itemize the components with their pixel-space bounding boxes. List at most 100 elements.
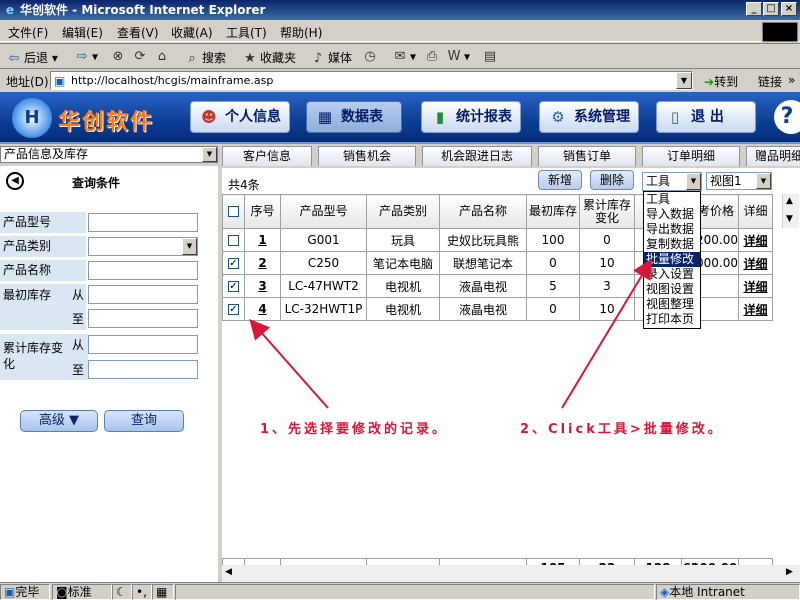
initial-stock-to-input[interactable]	[88, 309, 198, 328]
stop-button[interactable]: ⊗	[110, 49, 128, 65]
menu-item-tools[interactable]: 工具	[644, 192, 700, 207]
chevron-down-icon[interactable]: ▼	[182, 238, 197, 255]
detail-link[interactable]: 详细	[743, 303, 767, 317]
search-button[interactable]: ⌕ 搜索	[184, 49, 226, 67]
row-seq-link[interactable]: 3	[258, 279, 266, 293]
go-button[interactable]: ➔转到	[704, 73, 738, 90]
links-button[interactable]: 链接	[758, 73, 782, 90]
detail-link[interactable]: 详细	[743, 234, 767, 248]
row-checkbox[interactable]: ✓	[228, 304, 239, 315]
discuss-icon: ▤	[483, 49, 497, 64]
logo-text: 华创软件	[58, 110, 155, 135]
tab-customer-info[interactable]: 客户信息	[222, 146, 312, 166]
tool-select[interactable]: 工具 ▼	[642, 172, 702, 191]
nav-logout[interactable]: ▯ 退 出	[656, 101, 756, 133]
maximize-button[interactable]: □	[763, 2, 779, 16]
discuss-button[interactable]: ▤	[482, 49, 500, 65]
links-more-icon[interactable]: »	[788, 73, 795, 87]
chevron-down-icon[interactable]: ▼	[202, 147, 217, 162]
nav-personal-info[interactable]: ☻ 个人信息	[190, 101, 290, 133]
select-all-checkbox[interactable]	[228, 206, 239, 217]
scroll-up-icon[interactable]: ▲	[786, 196, 793, 206]
menu-item-entry-settings[interactable]: 录入设置	[644, 267, 700, 282]
module-select[interactable]: 产品信息及库存 ▼	[0, 146, 218, 163]
media-button[interactable]: ♪ 媒体	[310, 49, 352, 67]
chevron-down-icon[interactable]: ▼	[686, 173, 701, 190]
query-button[interactable]: 查询	[104, 410, 184, 432]
edit-button[interactable]: W ▾	[446, 49, 470, 65]
collapse-arrow-icon[interactable]: ◀	[6, 172, 24, 190]
address-dropdown-icon[interactable]: ▼	[676, 72, 692, 89]
menu-item-view-settings[interactable]: 视图设置	[644, 282, 700, 297]
help-button[interactable]: ?	[774, 100, 800, 134]
row-checkbox[interactable]: ✓	[228, 258, 239, 269]
cell-category: 笔记本电脑	[372, 256, 433, 271]
mail-button[interactable]: ✉ ▾	[392, 49, 416, 65]
address-input[interactable]: ▣ http://localhost/hcgis/mainframe.asp ▼	[50, 71, 693, 90]
new-button[interactable]: 新增	[538, 170, 582, 190]
initial-stock-from-input[interactable]	[88, 285, 198, 304]
moon-icon[interactable]: ☾	[112, 584, 132, 600]
forward-button[interactable]: ⇨ ▾	[74, 49, 98, 65]
stock-change-from-input[interactable]	[88, 335, 198, 354]
back-button[interactable]: ⇦ 后退 ▾	[6, 49, 58, 67]
tab-sales-opportunity[interactable]: 销售机会	[318, 146, 416, 166]
row-checkbox[interactable]: ✓	[228, 281, 239, 292]
name-input[interactable]	[88, 261, 198, 280]
delete-button[interactable]: 删除	[590, 170, 634, 190]
minimize-button[interactable]: _	[746, 2, 762, 16]
refresh-button[interactable]: ⟳	[132, 49, 150, 65]
menu-item-export[interactable]: 导出数据	[644, 222, 700, 237]
nav-system-management[interactable]: ⚙ 系统管理	[539, 101, 639, 133]
punctuation-icon[interactable]: •,	[132, 584, 152, 600]
menu-edit[interactable]: 编辑(E)	[62, 24, 103, 41]
tab-sales-order[interactable]: 销售订单	[538, 146, 636, 166]
ime-indicator[interactable]: ◙标准	[52, 584, 112, 600]
stock-change-to-input[interactable]	[88, 360, 198, 379]
print-button[interactable]: ⎙	[424, 49, 442, 65]
nav-data-table[interactable]: ▦ 数据表	[306, 101, 402, 133]
close-button[interactable]: ×	[781, 2, 797, 16]
tab-opportunity-log[interactable]: 机会跟进日志	[422, 146, 532, 166]
home-button[interactable]: ⌂	[154, 49, 172, 65]
row-checkbox[interactable]	[228, 235, 239, 246]
scroll-down-icon[interactable]: ▼	[786, 214, 793, 224]
tab-gift-detail[interactable]: 赠品明细	[746, 146, 800, 166]
row-seq-link[interactable]: 1	[258, 233, 266, 247]
menu-item-batch-edit[interactable]: 批量修改	[644, 252, 700, 267]
label-category: 产品类别	[0, 236, 86, 257]
menu-favorites[interactable]: 收藏(A)	[171, 24, 213, 41]
detail-link[interactable]: 详细	[743, 257, 767, 271]
forward-arrow-icon: ⇨	[76, 49, 88, 64]
menu-help[interactable]: 帮助(H)	[280, 24, 322, 41]
menu-item-import[interactable]: 导入数据	[644, 207, 700, 222]
menu-bar: 文件(F) 编辑(E) 查看(V) 收藏(A) 工具(T) 帮助(H)	[0, 20, 800, 42]
nav-statistics-report[interactable]: ▮ 统计报表	[421, 101, 521, 133]
menu-item-print[interactable]: 打印本页	[644, 312, 700, 327]
advanced-button[interactable]: 高级 ▼	[20, 410, 98, 432]
chevron-down-icon[interactable]: ▼	[756, 173, 771, 189]
model-input[interactable]	[88, 213, 198, 232]
security-zone: ◈本地 Intranet	[656, 584, 800, 600]
horizontal-scrollbar[interactable]: ◀ ▶	[222, 565, 800, 582]
menu-view[interactable]: 查看(V)	[117, 24, 159, 41]
tab-order-detail[interactable]: 订单明细	[642, 146, 740, 166]
table-scroll-up[interactable]: ▲ ▼	[782, 194, 799, 228]
category-select[interactable]: ▼	[88, 237, 198, 256]
history-button[interactable]: ◷	[362, 49, 380, 65]
detail-link[interactable]: 详细	[743, 280, 767, 294]
row-seq-link[interactable]: 4	[258, 302, 266, 316]
favorites-button[interactable]: ★ 收藏夹	[242, 49, 296, 67]
menu-item-copy[interactable]: 复制数据	[644, 237, 700, 252]
menu-tools[interactable]: 工具(T)	[226, 24, 267, 41]
menu-item-view-organize[interactable]: 视图整理	[644, 297, 700, 312]
cell-name: 史奴比玩具熊	[446, 233, 519, 248]
scroll-right-icon[interactable]: ▶	[786, 567, 793, 577]
view-select[interactable]: 视图1 ▼	[706, 172, 772, 190]
row-seq-link[interactable]: 2	[258, 256, 266, 270]
cell-initial: 0	[549, 256, 557, 270]
menu-file[interactable]: 文件(F)	[8, 24, 48, 41]
keyboard-icon[interactable]: ▦	[152, 584, 174, 600]
go-arrow-icon: ➔	[704, 75, 715, 89]
scroll-left-icon[interactable]: ◀	[225, 567, 232, 577]
